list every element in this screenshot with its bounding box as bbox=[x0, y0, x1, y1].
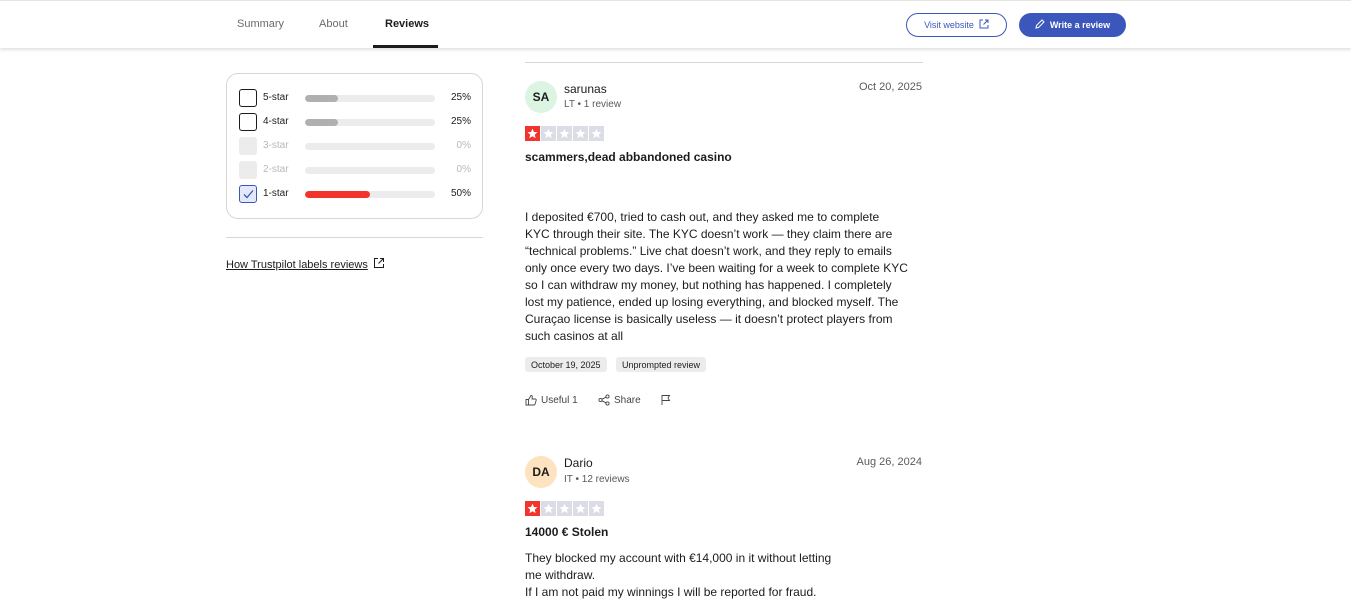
tab-summary[interactable]: Summary bbox=[237, 18, 284, 30]
how-link-label: How Trustpilot labels reviews bbox=[226, 258, 368, 271]
visit-website-label: Visit website bbox=[924, 20, 974, 30]
review-body: I deposited €700, tried to cash out, and… bbox=[525, 210, 908, 343]
star-empty-icon bbox=[541, 501, 556, 516]
share-icon bbox=[598, 394, 610, 406]
filter-3-star: 3-star 0% bbox=[239, 137, 473, 155]
filter-percent: 50% bbox=[450, 188, 471, 199]
active-tab-indicator bbox=[373, 45, 438, 48]
share-button[interactable]: Share bbox=[598, 394, 641, 406]
filter-percent: 0% bbox=[456, 164, 471, 175]
external-link-icon bbox=[979, 19, 989, 31]
distribution-bar bbox=[305, 191, 435, 198]
checkbox-2-star bbox=[239, 161, 257, 179]
review-body: They blocked my account with €14,000 in … bbox=[525, 551, 832, 599]
checkbox-5-star[interactable] bbox=[239, 89, 257, 107]
external-link-icon bbox=[373, 257, 385, 272]
star-rating bbox=[525, 501, 604, 516]
star-empty-icon bbox=[589, 126, 604, 141]
write-review-label: Write a review bbox=[1049, 20, 1111, 30]
checkbox-3-star bbox=[239, 137, 257, 155]
filter-4-star[interactable]: 4-star 25% bbox=[239, 113, 473, 131]
filter-5-star[interactable]: 5-star 25% bbox=[239, 89, 473, 107]
tab-about[interactable]: About bbox=[319, 18, 348, 30]
checkbox-4-star[interactable] bbox=[239, 113, 257, 131]
filter-label: 1-star bbox=[263, 188, 289, 199]
write-review-button[interactable]: Write a review bbox=[1019, 13, 1126, 37]
useful-button[interactable]: Useful 1 bbox=[525, 394, 578, 406]
filter-percent: 25% bbox=[450, 116, 471, 127]
filter-label: 2-star bbox=[263, 164, 289, 175]
checkmark-icon bbox=[243, 190, 254, 199]
review-title[interactable]: scammers,dead abbandoned casino bbox=[525, 150, 732, 164]
how-trustpilot-labels-link[interactable]: How Trustpilot labels reviews bbox=[226, 257, 385, 272]
filter-2-star: 2-star 0% bbox=[239, 161, 473, 179]
star-filter-card: 5-star 25% 4-star 25% 3-star 0% 2-star 0… bbox=[226, 73, 483, 219]
star-empty-icon bbox=[573, 126, 588, 141]
review-date: Aug 26, 2024 bbox=[856, 456, 922, 468]
distribution-bar bbox=[305, 119, 435, 126]
useful-label: Useful 1 bbox=[541, 394, 578, 406]
share-label: Share bbox=[614, 394, 641, 406]
distribution-bar bbox=[305, 143, 435, 150]
divider bbox=[226, 237, 483, 238]
filter-label: 5-star bbox=[263, 92, 289, 103]
tab-reviews[interactable]: Reviews bbox=[385, 18, 429, 30]
filter-percent: 25% bbox=[450, 92, 471, 103]
filter-1-star[interactable]: 1-star 50% bbox=[239, 185, 473, 203]
unprompted-review-badge[interactable]: Unprompted review bbox=[616, 357, 707, 372]
filter-label: 3-star bbox=[263, 140, 289, 151]
bar-fill bbox=[305, 95, 338, 102]
star-rating bbox=[525, 126, 604, 141]
star-empty-icon bbox=[557, 126, 572, 141]
report-button[interactable] bbox=[660, 394, 672, 406]
pencil-icon bbox=[1035, 19, 1045, 31]
visit-website-button[interactable]: Visit website bbox=[906, 13, 1007, 37]
star-empty-icon bbox=[589, 501, 604, 516]
avatar[interactable]: SA bbox=[525, 81, 557, 113]
bar-fill bbox=[305, 191, 370, 198]
avatar[interactable]: DA bbox=[525, 456, 557, 488]
reviewer-meta: IT • 12 reviews bbox=[564, 474, 630, 485]
thumbs-up-icon bbox=[525, 395, 537, 406]
reviewer-name[interactable]: Dario bbox=[564, 456, 593, 470]
star-empty-icon bbox=[541, 126, 556, 141]
reviewer-meta: LT • 1 review bbox=[564, 99, 622, 110]
top-nav: Summary About Reviews Visit website Writ… bbox=[0, 0, 1351, 48]
distribution-bar bbox=[305, 95, 435, 102]
reviewer-name[interactable]: sarunas bbox=[564, 82, 607, 96]
bar-fill bbox=[305, 119, 338, 126]
star-empty-icon bbox=[573, 501, 588, 516]
flag-icon bbox=[661, 395, 671, 405]
review-date: Oct 20, 2025 bbox=[859, 81, 922, 93]
checkbox-1-star[interactable] bbox=[239, 185, 257, 203]
filter-label: 4-star bbox=[263, 116, 289, 127]
experience-date-badge: October 19, 2025 bbox=[525, 357, 607, 372]
star-filled-icon bbox=[525, 501, 540, 516]
distribution-bar bbox=[305, 167, 435, 174]
star-filled-icon bbox=[525, 126, 540, 141]
star-empty-icon bbox=[557, 501, 572, 516]
divider bbox=[525, 62, 923, 63]
filter-percent: 0% bbox=[456, 140, 471, 151]
review-title[interactable]: 14000 € Stolen bbox=[525, 525, 608, 539]
